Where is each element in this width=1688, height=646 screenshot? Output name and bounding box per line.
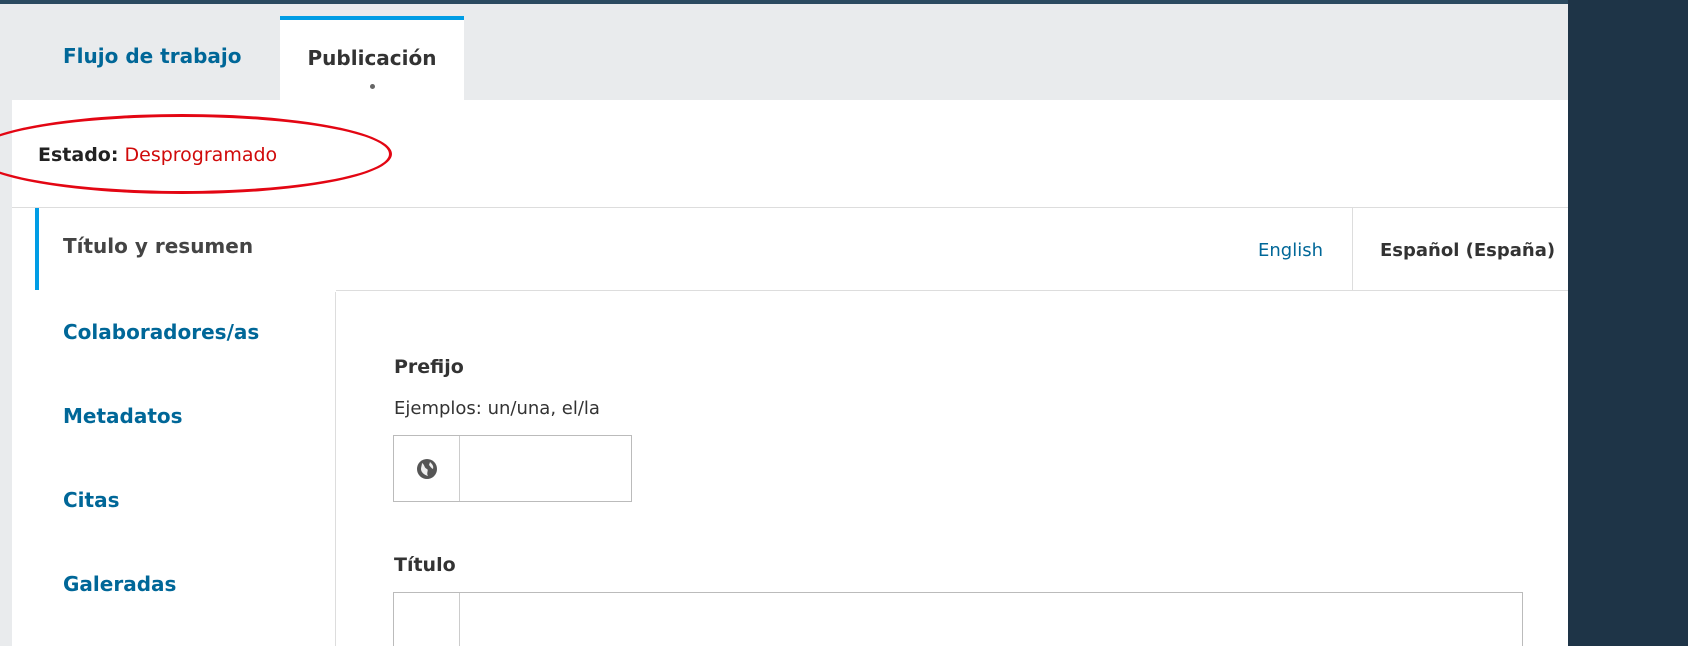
nav-item-contributors[interactable]: Colaboradores/as [63,320,259,344]
nav-item-metadata[interactable]: Metadatos [63,404,183,428]
title-field [393,592,1523,646]
nav-item-citations[interactable]: Citas [63,488,120,512]
tab-publication-label: Publicación [307,46,437,70]
title-input[interactable] [461,593,1521,646]
publication-sidebar-nav: Título y resumen Colaboradores/as Metada… [12,208,336,646]
window-right-edge [1568,0,1688,646]
nav-divider [335,292,336,646]
active-indicator [35,208,39,290]
status-label: Estado: [38,144,119,166]
globe-icon[interactable] [394,593,460,646]
tab-bar: Flujo de trabajo Publicación [0,4,1568,106]
unsaved-indicator [370,84,375,89]
tab-workflow[interactable]: Flujo de trabajo [63,44,242,68]
title-label: Título [394,554,456,576]
language-english[interactable]: English [1258,240,1323,261]
tab-publication[interactable]: Publicación [280,16,464,106]
prefix-field [393,435,632,502]
prefix-description: Ejemplos: un/una, el/la [394,398,600,419]
publication-panel: Estado: Desprogramado Título y resumen C… [0,100,1568,646]
language-divider [1352,208,1353,290]
prefix-label: Prefijo [394,356,464,378]
publication-status: Estado: Desprogramado [38,144,277,166]
nav-item-galleys[interactable]: Galeradas [63,572,176,596]
status-value: Desprogramado [124,144,278,166]
header-divider [336,290,1568,291]
globe-icon[interactable] [394,436,460,501]
prefix-input[interactable] [461,436,631,501]
language-spanish[interactable]: Español (España) [1380,240,1555,261]
nav-item-title-abstract[interactable]: Título y resumen [63,234,253,258]
